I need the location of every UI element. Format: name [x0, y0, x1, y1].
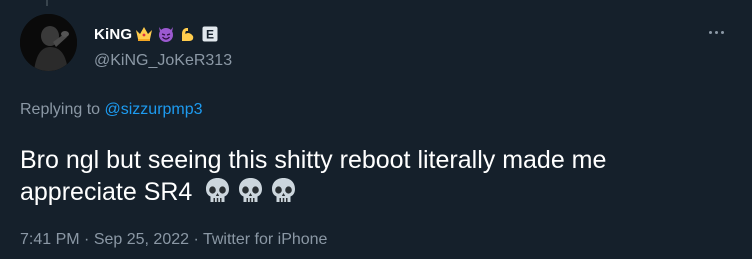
- more-dot: [714, 30, 718, 34]
- tweet-text: Bro ngl but seeing this shitty reboot li…: [20, 144, 720, 208]
- author-handle[interactable]: @KiNG_JoKeR313: [94, 52, 232, 70]
- more-options-icon[interactable]: [702, 22, 730, 42]
- more-dot: [708, 30, 712, 34]
- skull-icon: [236, 176, 265, 205]
- letter-e-badge-icon: E: [200, 24, 220, 44]
- tweet-meta: 7:41 PM · Sep 25, 2022 · Twitter for iPh…: [20, 231, 327, 249]
- tweet-card: KiNG E @KiNG_JoKeR313 Replying to @sizzu…: [0, 0, 752, 259]
- smiling-imp-icon: [156, 24, 176, 44]
- tweet-source: Twitter for iPhone: [202, 231, 328, 248]
- meta-separator: ·: [79, 231, 94, 248]
- replying-to-label: Replying to: [20, 101, 105, 118]
- avatar-image: [20, 14, 77, 71]
- svg-text:E: E: [206, 28, 214, 42]
- meta-separator: ·: [189, 231, 203, 248]
- author-name-row[interactable]: KiNG E: [94, 22, 220, 46]
- tweet-date-link[interactable]: Sep 25, 2022: [94, 231, 189, 248]
- crown-icon: [134, 24, 154, 44]
- replying-to: Replying to @sizzurpmp3: [20, 101, 203, 119]
- thread-connector-line: [46, 0, 48, 6]
- more-dot: [720, 30, 724, 34]
- display-name[interactable]: KiNG: [94, 26, 132, 43]
- tweet-time-link[interactable]: 7:41 PM: [20, 231, 80, 248]
- skull-icon: [203, 176, 232, 205]
- avatar[interactable]: [20, 14, 77, 71]
- tweet-body: Bro ngl but seeing this shitty reboot li…: [20, 146, 607, 206]
- reply-mention-link[interactable]: @sizzurpmp3: [105, 101, 203, 118]
- skull-icon: [269, 176, 298, 205]
- flexed-biceps-icon: [178, 24, 198, 44]
